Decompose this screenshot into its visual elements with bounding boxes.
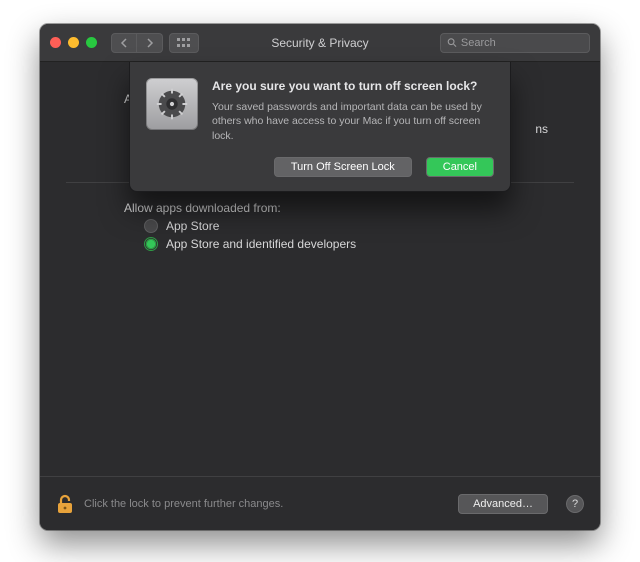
sheet-text: Are you sure you want to turn off screen… — [212, 78, 494, 143]
search-field[interactable] — [440, 33, 590, 53]
system-preferences-icon — [146, 78, 198, 130]
chevron-left-icon — [120, 38, 128, 48]
lock-hint-text: Click the lock to prevent further change… — [84, 498, 283, 510]
close-window-button[interactable] — [50, 37, 61, 48]
allow-apps-label: Allow apps downloaded from: — [124, 201, 281, 215]
chevron-right-icon — [146, 38, 154, 48]
obscured-text-ns: ns — [535, 122, 548, 136]
forward-button[interactable] — [137, 33, 163, 53]
search-icon — [447, 37, 457, 48]
radio-identified-developers-label: App Store and identified developers — [166, 237, 356, 251]
search-input[interactable] — [461, 37, 583, 49]
sheet-message: Your saved passwords and important data … — [212, 100, 494, 143]
minimize-window-button[interactable] — [68, 37, 79, 48]
radio-identified-developers[interactable] — [144, 237, 158, 251]
confirm-sheet: Are you sure you want to turn off screen… — [129, 62, 511, 192]
help-button[interactable]: ? — [566, 495, 584, 513]
radio-app-store-label: App Store — [166, 219, 219, 233]
allow-apps-heading: Allow apps downloaded from: — [124, 201, 574, 215]
grid-icon — [177, 38, 191, 48]
show-all-button[interactable] — [169, 33, 199, 53]
cancel-button[interactable]: Cancel — [426, 157, 494, 177]
sheet-buttons: Turn Off Screen Lock Cancel — [146, 157, 494, 177]
zoom-window-button[interactable] — [86, 37, 97, 48]
traffic-lights — [50, 37, 97, 48]
lock-icon[interactable] — [56, 493, 74, 515]
advanced-button[interactable]: Advanced… — [458, 494, 548, 514]
nav-back-forward — [111, 33, 163, 53]
sheet-heading: Are you sure you want to turn off screen… — [212, 78, 494, 94]
turn-off-screen-lock-button[interactable]: Turn Off Screen Lock — [274, 157, 412, 177]
radio-app-store[interactable] — [144, 219, 158, 233]
back-button[interactable] — [111, 33, 137, 53]
gear-icon — [153, 85, 191, 123]
radio-row-identified: App Store and identified developers — [144, 237, 574, 251]
radio-row-appstore: App Store — [144, 219, 574, 233]
preferences-window: Security & Privacy A login Disable autom… — [40, 24, 600, 530]
footer: Click the lock to prevent further change… — [40, 476, 600, 530]
titlebar: Security & Privacy — [40, 24, 600, 62]
